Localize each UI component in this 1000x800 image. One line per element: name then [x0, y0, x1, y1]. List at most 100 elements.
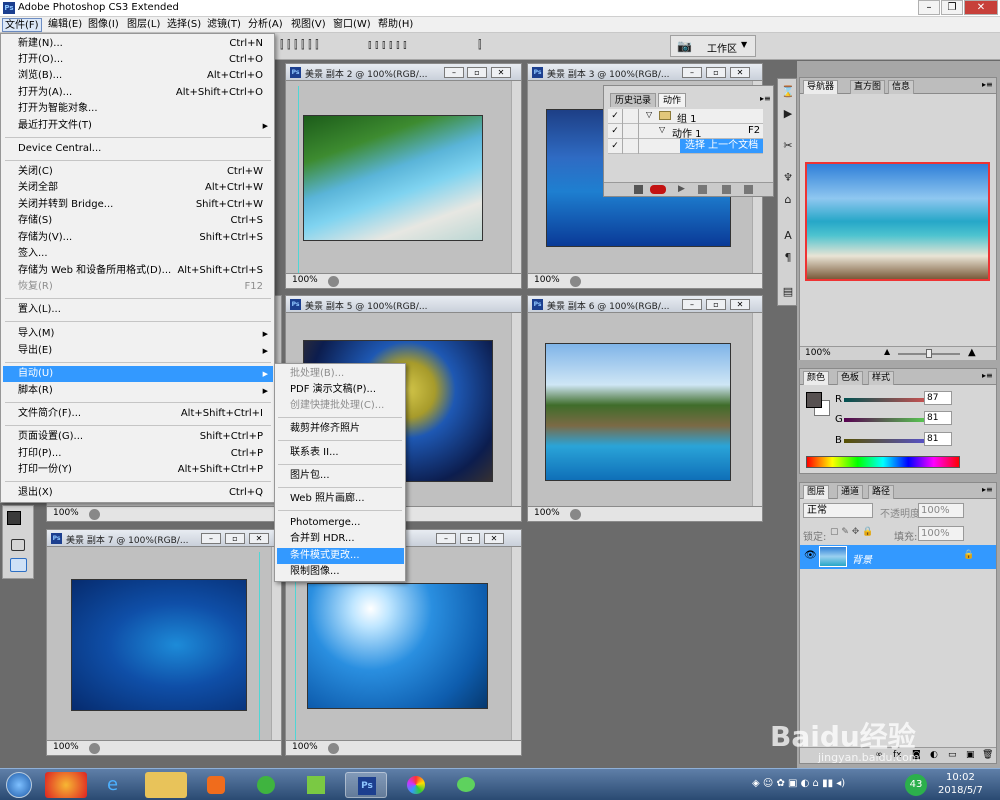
tab-layers[interactable]: 图层	[803, 485, 830, 499]
layer-comps-icon[interactable]: ▤	[781, 285, 795, 299]
status-menu-icon[interactable]	[328, 743, 339, 754]
menu-filter[interactable]: 滤镜(T)	[205, 18, 243, 32]
green-app-icon[interactable]	[245, 772, 287, 798]
status-menu-icon[interactable]	[89, 743, 100, 754]
wechat-icon[interactable]	[445, 772, 487, 798]
document-title-bar[interactable]: Ps 美景 副本 5 @ 100%(RGB/...	[286, 296, 521, 313]
menu-item-open-recent[interactable]: 最近打开文件(T) ▶	[3, 118, 273, 134]
menu-item-revert[interactable]: 恢复(R) F12	[3, 279, 273, 295]
menu-item-export[interactable]: 导出(E) ▶	[3, 343, 273, 359]
color-spectrum-ramp[interactable]	[806, 456, 960, 468]
zoom-level[interactable]: 100%	[534, 275, 560, 285]
document-title-bar[interactable]: Ps 美景 副本 6 @ 100%(RGB/... – ▫ ✕	[528, 296, 762, 313]
zoom-level[interactable]: 100%	[292, 275, 318, 285]
clone-source-icon[interactable]: ⌂	[781, 193, 795, 207]
doc-close-button[interactable]: ✕	[484, 533, 504, 544]
tab-histogram[interactable]: 直方图	[850, 80, 886, 94]
vertical-scrollbar[interactable]	[752, 313, 762, 506]
menu-item-print-one-copy[interactable]: 打印一份(Y) Alt+Shift+Ctrl+P	[3, 462, 273, 478]
checkmark-icon[interactable]: ✓	[608, 139, 623, 154]
menu-item-save-as[interactable]: 存储为(V)... Shift+Ctrl+S	[3, 230, 273, 246]
status-menu-icon[interactable]	[570, 276, 581, 287]
navigator-zoom[interactable]: 100%	[805, 348, 831, 358]
notification-badge[interactable]: 43	[905, 774, 927, 796]
zoom-level[interactable]: 100%	[53, 508, 79, 518]
submenu-item-create-droplet[interactable]: 创建快捷批处理(C)...	[277, 398, 404, 414]
tab-history[interactable]: 历史记录	[610, 93, 657, 107]
menu-view[interactable]: 视图(V)	[289, 18, 328, 32]
green-value-field[interactable]: 81	[924, 411, 952, 425]
tab-swatches[interactable]: 色板	[837, 371, 864, 385]
panel-menu-icon[interactable]: ▸≡	[982, 80, 993, 89]
distribute-icon[interactable]: ⫾ ⫾ ⫾ ⫾ ⫾ ⫾	[368, 38, 407, 52]
submenu-item-fit-image[interactable]: 限制图像...	[277, 564, 404, 580]
gallery-app-icon[interactable]	[295, 772, 337, 798]
doc-minimize-button[interactable]: –	[682, 67, 702, 78]
expand-triangle-icon[interactable]: ▽	[659, 125, 665, 134]
zoom-level[interactable]: 100%	[53, 742, 79, 752]
checkmark-icon[interactable]: ✓	[608, 124, 623, 139]
history-icon[interactable]: ⌛	[781, 85, 795, 99]
folder-icon[interactable]	[145, 772, 187, 798]
menu-item-close-all[interactable]: 关闭全部 Alt+Ctrl+W	[3, 180, 273, 196]
vertical-scrollbar[interactable]	[511, 81, 521, 273]
character-icon[interactable]: A	[781, 229, 795, 243]
doc-maximize-button[interactable]: ▫	[706, 67, 726, 78]
menu-item-close[interactable]: 关闭(C) Ctrl+W	[3, 164, 273, 180]
start-button[interactable]	[6, 772, 32, 798]
menu-item-open-as[interactable]: 打开为(A)... Alt+Shift+Ctrl+O	[3, 85, 273, 101]
menu-item-place[interactable]: 置入(L)...	[3, 302, 273, 318]
panel-menu-icon[interactable]: ▸≡	[982, 485, 993, 494]
panel-menu-icon[interactable]: ▸≡	[760, 94, 771, 103]
restore-button[interactable]: ❐	[941, 0, 963, 15]
foreground-color-swatch[interactable]	[806, 392, 822, 408]
menu-file[interactable]: 文件(F)	[2, 18, 42, 32]
menu-item-exit[interactable]: 退出(X) Ctrl+Q	[3, 485, 273, 501]
menu-window[interactable]: 窗口(W)	[331, 18, 373, 32]
new-group-icon[interactable]: ▭	[948, 750, 957, 760]
screen-mode-icon[interactable]	[10, 558, 27, 572]
zoom-slider-handle[interactable]	[926, 349, 932, 358]
doc-minimize-button[interactable]: –	[436, 533, 456, 544]
auto-align-icon[interactable]: ⫿	[478, 38, 482, 52]
menu-item-save[interactable]: 存储(S) Ctrl+S	[3, 213, 273, 229]
minimize-button[interactable]: –	[918, 0, 940, 15]
vertical-scrollbar[interactable]	[511, 313, 521, 506]
document-title-bar[interactable]: Ps 美景 副本 7 @ 100%(RGB/... – ▫ ✕	[47, 530, 281, 547]
menu-item-save-for-web[interactable]: 存储为 Web 和设备所用格式(D)... Alt+Shift+Ctrl+S	[3, 263, 273, 279]
close-window-button[interactable]: ✕	[964, 0, 998, 15]
clock-time[interactable]: 10:02	[946, 772, 975, 783]
menu-image[interactable]: 图像(I)	[86, 18, 121, 32]
doc-close-button[interactable]: ✕	[730, 299, 750, 310]
ie-icon[interactable]: e	[95, 772, 137, 798]
doc-close-button[interactable]: ✕	[249, 533, 269, 544]
media-player-icon[interactable]	[195, 772, 237, 798]
submenu-item-merge-hdr[interactable]: 合并到 HDR...	[277, 531, 404, 547]
colorful-app-icon[interactable]	[395, 772, 437, 798]
document-window-7[interactable]: Ps 美景 副本 7 @ 100%(RGB/... – ▫ ✕ 100%	[46, 529, 282, 756]
tab-info[interactable]: 信息	[888, 80, 915, 94]
navigator-preview-image[interactable]	[805, 162, 990, 281]
submenu-item-pdf-presentation[interactable]: PDF 演示文稿(P)...	[277, 382, 404, 398]
workspace-button[interactable]: 📷 工作区 ▼	[670, 35, 756, 57]
menu-edit[interactable]: 编辑(E)	[46, 18, 84, 32]
submenu-item-conditional-mode-change[interactable]: 条件模式更改...	[277, 548, 404, 564]
trash-icon[interactable]	[744, 185, 753, 194]
document-title-bar[interactable]: Ps 美景 副本 3 @ 100%(RGB/... – ▫ ✕	[528, 64, 762, 81]
tool-presets-icon[interactable]: ✂	[781, 139, 795, 153]
menu-item-file-info[interactable]: 文件简介(F)... Alt+Shift+Ctrl+I	[3, 406, 273, 422]
doc-maximize-button[interactable]: ▫	[460, 533, 480, 544]
brushes-icon[interactable]: ♆	[781, 171, 795, 185]
record-icon[interactable]	[650, 185, 666, 194]
menu-layer[interactable]: 图层(L)	[125, 18, 162, 32]
doc-minimize-button[interactable]: –	[444, 67, 464, 78]
new-layer-icon[interactable]: ▣	[966, 750, 975, 760]
stop-icon[interactable]	[634, 185, 643, 194]
submenu-item-web-gallery[interactable]: Web 照片画廊...	[277, 491, 404, 507]
zoom-level[interactable]: 100%	[534, 508, 560, 518]
paragraph-icon[interactable]: ¶	[781, 251, 795, 265]
doc-maximize-button[interactable]: ▫	[706, 299, 726, 310]
doc-maximize-button[interactable]: ▫	[467, 67, 487, 78]
foreground-color-swatch[interactable]	[7, 511, 21, 525]
align-left-icon[interactable]: ⫿ ⫿ ⫿ ⫿ ⫿ ⫿	[280, 38, 319, 52]
